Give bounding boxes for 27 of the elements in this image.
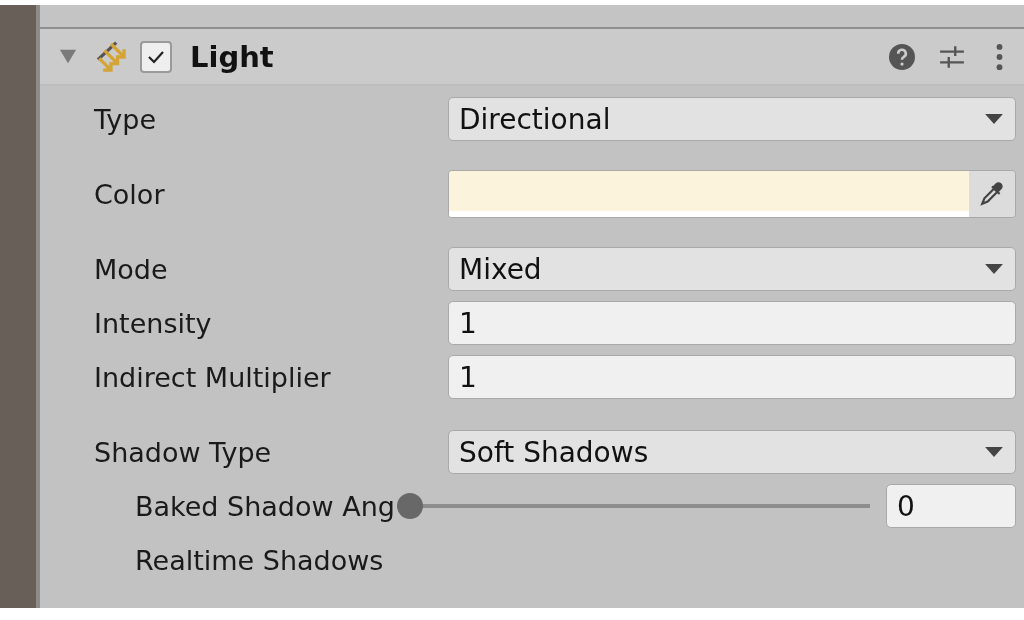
settings-sliders-icon[interactable]	[939, 43, 965, 70]
dropdown-arrow-icon	[985, 114, 1003, 124]
dropdown[interactable]: Mixed	[448, 247, 1016, 291]
number-field[interactable]: 1	[448, 355, 1016, 399]
eyedropper-button[interactable]	[969, 171, 1015, 217]
enable-checkbox[interactable]	[140, 40, 172, 73]
dropdown-arrow-icon	[985, 447, 1003, 457]
field-label: Indirect Multiplier	[94, 361, 332, 393]
color-swatch[interactable]	[449, 171, 969, 217]
more-menu-icon[interactable]	[995, 42, 1004, 71]
field-label: Baked Shadow Ang	[134, 490, 396, 522]
dropdown[interactable]: Soft Shadows	[448, 430, 1016, 474]
field-label: Mode	[94, 253, 169, 285]
field-label: Realtime Shadows	[134, 544, 385, 576]
number-field[interactable]: 1	[448, 301, 1016, 345]
field-label: Shadow Type	[94, 436, 273, 468]
dropdown-arrow-icon	[985, 264, 1003, 274]
number-field[interactable]: 0	[886, 484, 1016, 528]
field-label: Color	[94, 178, 166, 210]
help-icon[interactable]	[889, 43, 915, 70]
field-label: Intensity	[94, 307, 213, 339]
field-label: Type	[94, 103, 157, 135]
eyedropper-icon	[979, 181, 1005, 207]
light-icon	[94, 39, 128, 74]
slider-thumb[interactable]	[397, 493, 423, 519]
component-title: Light	[190, 39, 274, 74]
dropdown[interactable]: Directional	[448, 97, 1016, 141]
